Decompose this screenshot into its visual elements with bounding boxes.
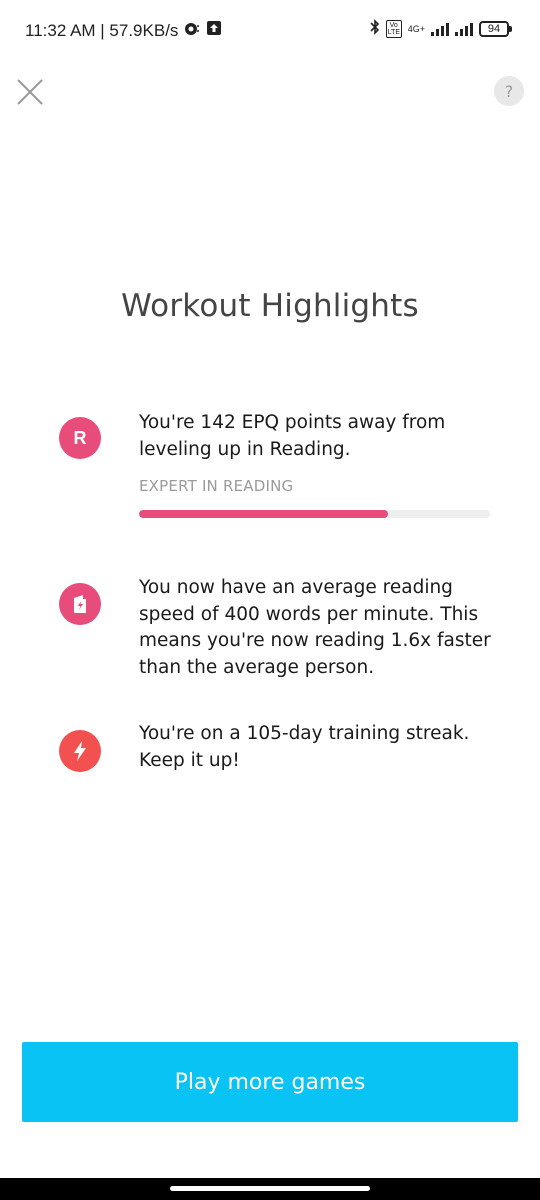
reading-badge-letter: R <box>73 427 87 448</box>
status-left: 11:32 AM | 57.9KB/s <box>25 20 222 41</box>
play-more-games-button[interactable]: Play more games <box>22 1042 518 1122</box>
signal-icon-2 <box>455 22 473 36</box>
battery-level: 94 <box>479 20 509 37</box>
page-title: Workout Highlights <box>121 288 419 324</box>
close-icon <box>17 79 43 105</box>
upload-icon <box>206 20 222 41</box>
bluetooth-icon <box>370 19 380 38</box>
level-label: EXPERT IN READING <box>139 477 294 495</box>
lightning-icon <box>59 730 101 772</box>
notification-icon <box>184 21 200 41</box>
streak-highlight-text: You're on a 105-day training streak. Kee… <box>139 723 470 771</box>
battery-icon: 94 <box>479 20 512 37</box>
reading-highlight-text: You're 142 EPQ points away from leveling… <box>139 412 446 460</box>
status-time-speed: 11:32 AM | 57.9KB/s <box>25 20 179 40</box>
level-progress-fill <box>139 510 389 518</box>
home-gesture-handle[interactable] <box>170 1186 370 1191</box>
level-progress-bar <box>139 510 490 518</box>
reading-badge-icon: R <box>59 417 101 459</box>
help-button[interactable]: ? <box>494 76 524 106</box>
speed-book-icon <box>59 583 101 625</box>
close-button[interactable] <box>16 78 44 106</box>
speed-highlight-text: You now have an average reading speed of… <box>139 577 491 678</box>
status-right: Vo LTE 4G+ 94 <box>370 19 512 38</box>
navigation-bar <box>0 1178 540 1200</box>
help-icon: ? <box>504 81 514 101</box>
volte-icon: Vo LTE <box>385 19 402 38</box>
signal-icon-1 <box>431 22 449 36</box>
status-bar: 11:32 AM | 57.9KB/s Vo LTE 4G+ 94 <box>0 0 540 62</box>
network-type: 4G+ <box>407 23 425 34</box>
